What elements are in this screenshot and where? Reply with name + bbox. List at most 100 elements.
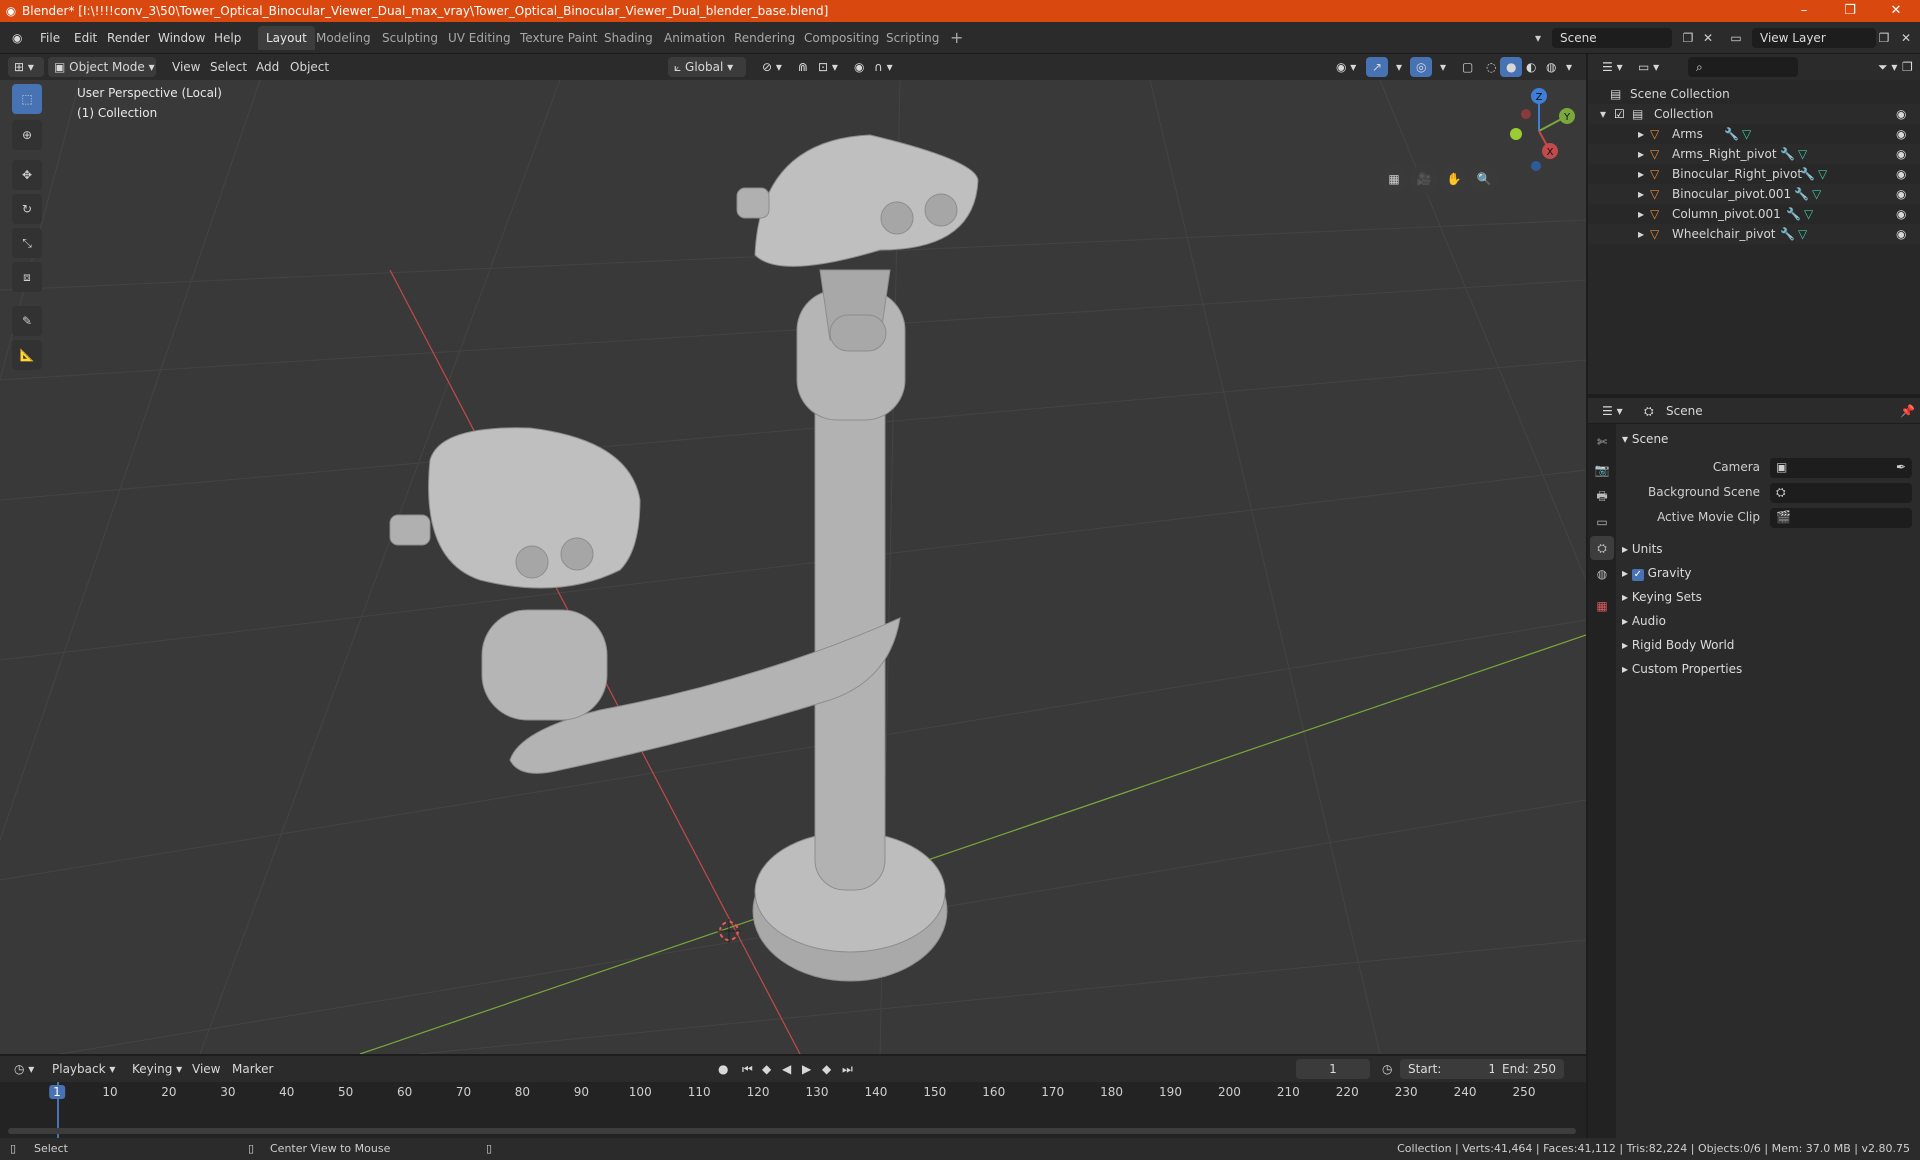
new-collection-icon[interactable]: ❐	[1896, 57, 1919, 77]
display-mode-icon[interactable]: ▭ ▾	[1632, 57, 1665, 77]
add-workspace-button[interactable]: +	[942, 26, 971, 50]
editor-type-icon[interactable]: ⊞ ▾	[8, 57, 44, 77]
workspace-tab-layout[interactable]: Layout	[258, 26, 315, 50]
delete-view-layer-icon[interactable]: ✕	[1894, 28, 1918, 48]
outliner-row-object[interactable]: ▸ ▽ Wheelchair_pivot 🔧 ▽ ◉	[1588, 224, 1920, 244]
camera-field[interactable]: ▣ ✒	[1770, 458, 1912, 478]
delete-scene-icon[interactable]: ✕	[1696, 28, 1720, 48]
scene-tab-icon[interactable]: ⛭	[1590, 536, 1614, 560]
properties-editor-type-icon[interactable]: ☰ ▾	[1596, 401, 1629, 421]
mode-selector[interactable]: ▣ Object Mode ▾	[48, 57, 156, 77]
outliner-search-input[interactable]: ⌕	[1688, 57, 1798, 77]
outliner-row-collection[interactable]: ▾ ☑ ▤ Collection ◉	[1588, 104, 1920, 124]
scene-selector[interactable]: Scene	[1552, 28, 1672, 48]
outliner-row-scene-collection[interactable]: ▤ Scene Collection	[1588, 84, 1920, 104]
modifier-icon[interactable]: 🔧	[1800, 164, 1815, 184]
transform-orientation-selector[interactable]: ⟀ Global ▾	[668, 57, 746, 77]
move-tool[interactable]: ✥	[12, 160, 42, 190]
play-icon[interactable]: ▶	[796, 1059, 817, 1079]
output-tab-icon[interactable]: 🖶	[1590, 484, 1614, 508]
preview-range-icon[interactable]: ◷	[1376, 1059, 1398, 1079]
outliner-row-object[interactable]: ▸ ▽ Arms_Right_pivot 🔧 ▽ ◉	[1588, 144, 1920, 164]
pan-view-icon[interactable]: ✋	[1440, 165, 1468, 193]
scene-browse-icon[interactable]: ▾	[1526, 28, 1550, 48]
menu-window[interactable]: Window	[152, 28, 211, 48]
falloff-icon[interactable]: ∩ ▾	[868, 57, 899, 77]
workspace-tab-modeling[interactable]: Modeling	[308, 26, 379, 50]
viewport-menu-view[interactable]: View	[166, 57, 206, 77]
pivot-point-icon[interactable]: ⊘ ▾	[756, 57, 788, 77]
texture-tab-icon[interactable]: ▦	[1590, 594, 1614, 618]
annotate-tool[interactable]: ✎	[12, 306, 42, 336]
menu-edit[interactable]: Edit	[68, 28, 103, 48]
view-layer-tab-icon[interactable]: ▭	[1590, 510, 1614, 534]
snap-target-icon[interactable]: ⊡ ▾	[812, 57, 844, 77]
visibility-eye-icon[interactable]: ◉	[1896, 224, 1906, 244]
new-view-layer-icon[interactable]: ❐	[1872, 28, 1896, 48]
blender-menu-icon[interactable]: ◉	[6, 28, 28, 48]
expand-arrow-icon[interactable]: ▸	[1638, 224, 1644, 244]
visibility-eye-icon[interactable]: ◉	[1896, 184, 1906, 204]
workspace-tab-animation[interactable]: Animation	[656, 26, 733, 50]
outliner-row-object[interactable]: ▸ ▽ Arms 🔧 ▽ ◉	[1588, 124, 1920, 144]
gravity-checkbox[interactable]: ✓	[1631, 569, 1644, 581]
rigid-body-world-panel[interactable]: ▸ Rigid Body World	[1622, 634, 1914, 656]
timeline-menu-keying[interactable]: Keying ▾	[126, 1059, 188, 1079]
mesh-data-icon[interactable]: ▽	[1818, 164, 1827, 184]
prev-keyframe-icon[interactable]: ◆	[756, 1059, 777, 1079]
viewport-menu-object[interactable]: Object	[284, 57, 335, 77]
viewport-menu-add[interactable]: Add	[250, 57, 285, 77]
modifier-icon[interactable]: 🔧	[1780, 144, 1795, 164]
mesh-data-icon[interactable]: ▽	[1812, 184, 1821, 204]
mesh-data-icon[interactable]: ▽	[1804, 204, 1813, 224]
timeline-menu-view[interactable]: View	[186, 1059, 226, 1079]
menu-help[interactable]: Help	[208, 28, 247, 48]
gravity-panel[interactable]: ▸ ✓ Gravity	[1622, 562, 1914, 584]
overlays-dropdown-icon[interactable]: ▾	[1434, 57, 1452, 77]
camera-view-icon[interactable]: 🎥	[1410, 165, 1438, 193]
close-button[interactable]: ✕	[1876, 0, 1916, 22]
navigation-gizmo[interactable]: Z Y X	[1494, 86, 1584, 176]
world-tab-icon[interactable]: ◍	[1590, 562, 1614, 586]
measure-tool[interactable]: 📐	[12, 340, 42, 370]
visibility-eye-icon[interactable]: ◉	[1896, 164, 1906, 184]
menu-render[interactable]: Render	[101, 28, 156, 48]
shading-options-icon[interactable]: ▾	[1560, 57, 1578, 77]
workspace-tab-uv-editing[interactable]: UV Editing	[440, 26, 519, 50]
modifier-icon[interactable]: 🔧	[1724, 124, 1739, 144]
render-tab-icon[interactable]: 📷	[1590, 458, 1614, 482]
menu-file[interactable]: File	[34, 28, 66, 48]
visibility-eye-icon[interactable]: ◉	[1896, 204, 1906, 224]
workspace-tab-sculpting[interactable]: Sculpting	[374, 26, 446, 50]
outliner-row-object[interactable]: ▸ ▽ Binocular_Right_pivot 🔧 ▽ ◉	[1588, 164, 1920, 184]
gizmo-dropdown-icon[interactable]: ▾	[1390, 57, 1408, 77]
background-scene-field[interactable]: ⛭	[1770, 483, 1912, 503]
timeline-menu-marker[interactable]: Marker	[226, 1059, 279, 1079]
audio-panel[interactable]: ▸ Audio	[1622, 610, 1914, 632]
overlays-toggle-icon[interactable]: ◎	[1410, 57, 1433, 77]
expand-arrow-icon[interactable]: ▸	[1638, 164, 1644, 184]
workspace-tab-compositing[interactable]: Compositing	[796, 26, 887, 50]
cursor-tool[interactable]: ⊕	[12, 120, 42, 150]
outliner-row-object[interactable]: ▸ ▽ Binocular_pivot.001 🔧 ▽ ◉	[1588, 184, 1920, 204]
play-reverse-icon[interactable]: ◀	[776, 1059, 797, 1079]
scene-section-header[interactable]: ▾ Scene	[1622, 428, 1914, 450]
mesh-data-icon[interactable]: ▽	[1798, 224, 1807, 244]
keying-sets-panel[interactable]: ▸ Keying Sets	[1622, 586, 1914, 608]
viewport-menu-select[interactable]: Select	[204, 57, 253, 77]
timeline-scrollbar[interactable]	[8, 1128, 1576, 1134]
start-frame-field[interactable]: Start: 1	[1400, 1059, 1504, 1079]
end-frame-field[interactable]: End: 250	[1494, 1059, 1564, 1079]
visibility-eye-icon[interactable]: ◉	[1896, 144, 1906, 164]
modifier-icon[interactable]: 🔧	[1794, 184, 1809, 204]
pin-icon[interactable]: 📌	[1894, 401, 1920, 421]
scale-tool[interactable]: ⤡	[12, 228, 42, 258]
outliner-editor-type-icon[interactable]: ☰ ▾	[1596, 57, 1629, 77]
workspace-tab-texture-paint[interactable]: Texture Paint	[512, 26, 605, 50]
record-icon[interactable]: ●	[712, 1059, 734, 1079]
expand-arrow-icon[interactable]: ▸	[1638, 124, 1644, 144]
timeline-editor-type-icon[interactable]: ◷ ▾	[8, 1059, 40, 1079]
view-layer-browse-icon[interactable]: ▭	[1724, 28, 1748, 48]
transform-tool[interactable]: ⧈	[12, 262, 42, 292]
toggle-camera-icon[interactable]: ▦	[1380, 165, 1408, 193]
